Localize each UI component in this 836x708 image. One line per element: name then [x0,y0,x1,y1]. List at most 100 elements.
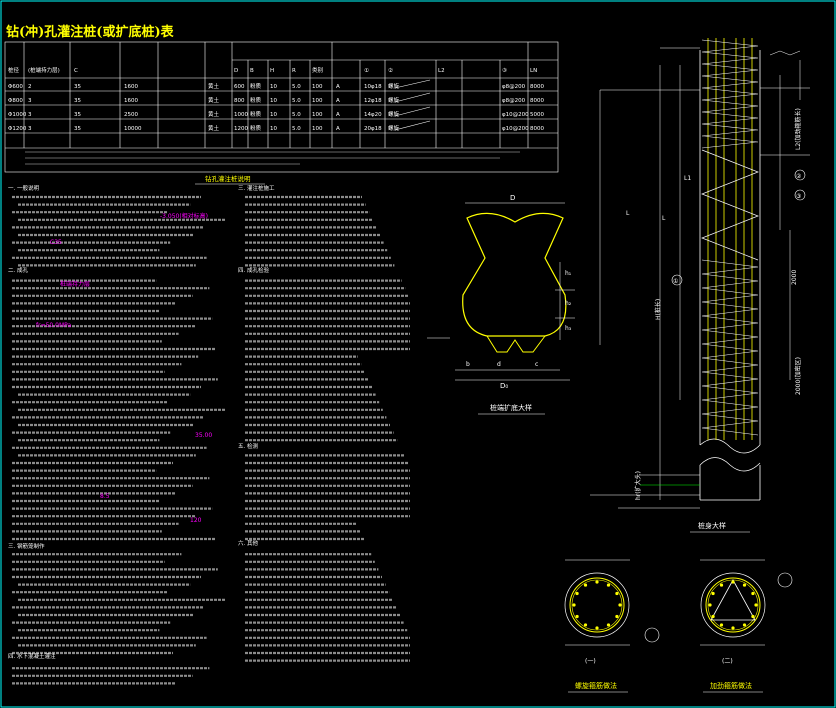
table-cell: Φ1000 [8,112,27,118]
dim-h2: h₂ [565,300,572,307]
notes-heading: 二. 成孔 [8,266,28,274]
table-cell: 粉质 [250,110,262,118]
table-cell: 螺旋 [388,124,400,132]
table-cell: 螺旋 [388,96,400,104]
table-header: LN [530,68,537,74]
table-cell: 8000 [530,98,544,104]
table-cell: 600 [234,84,245,90]
table-cell: 1600 [124,84,138,90]
table-cell: 10φ18 [364,84,382,90]
notes-heading: 一. 一般说明 [8,184,39,192]
dim-L: L [662,215,666,222]
table-cell: 黄土 [208,110,220,118]
drawing-frame [0,0,836,708]
table-cell: Φ1200 [8,126,27,132]
dim-hr: hr(扩大头) [634,471,642,500]
table-cell: 8000 [530,84,544,90]
dim-L-outer: L [626,210,630,217]
cad-drawing: 钻(冲)孔灌注桩(或扩底桩)表 桩径 (桩端持力层) C D B H R 类别 ① ② L2 ③ LN Φ… [0,0,836,708]
magenta-note: 120 [190,517,202,524]
table-header: C [74,68,78,74]
table-header: H [270,68,274,74]
table-header: ② [388,67,393,74]
dim-h3: h₃ [565,325,572,332]
table-cell: 3 [28,98,32,104]
table-header: 桩径 [8,66,20,74]
table-cell: 螺旋 [388,82,400,90]
dim-c: c [535,361,538,368]
table-cell: 5.0 [292,126,301,132]
table-header: B [250,68,254,74]
table-cell: 5.0 [292,112,301,118]
table-cell: Φ600 [8,84,23,90]
table-cell: 粉质 [250,96,262,104]
table-cell: 3 [28,112,32,118]
table-header: 类别 [312,66,323,74]
table-title: 钻(冲)孔灌注桩(或扩底桩)表 [6,24,175,40]
table-cell: 35 [74,98,81,104]
table-cell: 黄土 [208,96,220,104]
table-cell: 黄土 [208,124,220,132]
svg-text:②: ② [796,173,802,180]
notes-left-column: 一. 一般说明二. 成孔三. 钢筋笼制作四. 水下混凝土灌注-3.050(相对标… [8,184,225,685]
table-cell: 10 [270,98,277,104]
table-cell: φ10@200 [502,112,529,118]
table-cell: 黄土 [208,82,220,90]
magenta-note: 桩端持力层 [60,280,90,288]
dim-D0: D₀ [500,382,508,390]
table-cell: A [336,84,340,90]
table-cell: 5.0 [292,98,301,104]
table-cell: Φ800 [8,98,23,104]
table-header: R [292,68,296,74]
table-cell: 粉质 [250,124,262,132]
notes-heading: 四. 成孔检验 [238,266,269,274]
table-cell: 1200 [234,126,248,132]
diagram2-caption: 桩身大样 [698,521,726,530]
table-cell: 100 [312,112,323,118]
table-cell: 10 [270,84,277,90]
table-cell: 10 [270,126,277,132]
notes-heading: 五. 检测 [238,442,258,450]
table-cell: 8000 [530,126,544,132]
section1-caption: 螺旋箍筋做法 [575,681,617,690]
diagram1-caption: 桩端扩底大样 [490,403,532,412]
dim-2000: 2000 [791,270,798,285]
section1-label: (一) [585,658,596,665]
notes-heading: 三. 灌注桩施工 [238,184,275,192]
dim-b: b [466,361,470,368]
notes-middle-column: 三. 灌注桩施工四. 成孔检验五. 检测六. 其他 [238,184,410,662]
table-header: ③ [502,68,507,74]
table-cell: 1000 [234,112,248,118]
table-note-lines [25,151,520,165]
table-cell: 1600 [124,98,138,104]
dim-H: H(桩长) [654,299,662,320]
dim-D: D [510,194,515,202]
table-cell: φ10@200 [502,126,529,132]
magenta-note: C35 [50,239,62,246]
table-header: L2 [438,68,445,74]
section-one: (一) 螺旋箍筋做法 [564,559,660,693]
svg-text:③: ③ [796,193,801,200]
magenta-note: 35.00 [195,432,212,439]
section2-caption: 加劲箍筋做法 [710,681,752,690]
table-header: ① [364,68,369,74]
table-cell: A [336,126,340,132]
table-cell: 12φ18 [364,98,382,104]
notes-heading: 六. 其他 [238,539,258,547]
table-cell: 14φ20 [364,112,382,118]
notes-heading: 三. 钢筋笼制作 [8,542,45,550]
table-cell: φ8@200 [502,98,526,104]
table-cell: A [336,112,340,118]
table-cell: 35 [74,126,81,132]
table-cell: 10 [270,112,277,118]
dim-2000b: 2000(加密区) [794,357,802,395]
table-cell: 2500 [124,112,138,118]
dim-L2: L2(加劲箍筋长) [794,108,802,150]
magenta-note: fr=50.0MPa [36,322,71,329]
magenta-note: 8.5 [100,493,110,500]
table-header: D [234,68,238,74]
pile-elevation-diagram: ① ② ③ L L1 L L2(加劲箍筋长) H(桩长) 2000 2000(加… [590,38,810,533]
dim-d: d [497,361,501,368]
svg-text:①: ① [673,278,678,285]
table-header: (桩端持力层) [28,66,60,74]
